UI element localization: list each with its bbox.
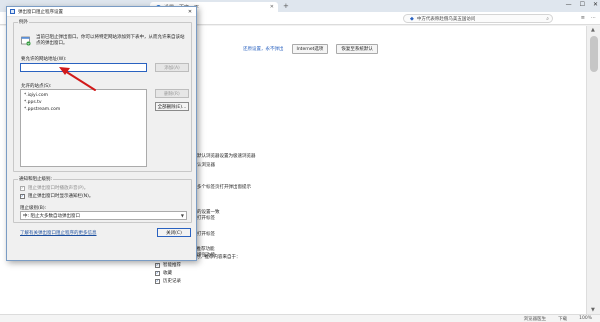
scroll-up-icon[interactable]: ▲ <box>591 27 595 33</box>
settings-line: 打开标签 <box>197 232 215 237</box>
exceptions-group: 例外 当前已阻止弹出窗口。你可以将特定网站添加到下表中，从而允许来自该站点的弹出… <box>13 19 192 172</box>
website-address-input[interactable] <box>20 63 147 72</box>
settings-top-buttons: 还原设置，永不弹出 Internet选项 恢复至系统默认 <box>243 44 378 54</box>
settings-line: 多个标签页打开弹出窗提示 <box>197 185 251 190</box>
block-level-select[interactable]: 中: 阻止大多数自动弹出窗口 ▼ <box>20 211 187 220</box>
dialog-title: 弹出窗口阻止程序设置 <box>18 9 63 15</box>
notify-group: 通知和阻止级别: ✓ 阻止弹出窗口时播放声音(P)。 ✓ 阻止弹出窗口时显示通知… <box>13 176 192 223</box>
dialog-titlebar: 弹出窗口阻止程序设置 ✕ <box>7 7 196 17</box>
popup-blocker-dialog: 弹出窗口阻止程序设置 ✕ 例外 当前已阻止弹出窗口。你可以将特定网站添加到下表中… <box>6 6 197 261</box>
history-checkbox[interactable]: ✓ 历史记录 <box>155 278 181 284</box>
window-controls: — ☐ ✕ <box>566 1 598 8</box>
checkbox-label: 历史记录 <box>163 279 181 284</box>
settings-line: 认浏览器 <box>197 163 215 168</box>
info-text: 当前已阻止弹出窗口。你可以将特定网站添加到下表中，从而允许来自该站点的弹出窗口。 <box>36 35 185 46</box>
favorites-checkbox[interactable]: ✓ 收藏 <box>155 270 172 276</box>
page-scrollbar[interactable]: ▲ ▼ <box>586 26 600 314</box>
settings-line: 打开标签 <box>197 216 215 221</box>
checkbox-label: 阻止弹出窗口时播放声音(P)。 <box>28 186 89 191</box>
checkbox-label: 智能推荐 <box>163 263 181 268</box>
play-sound-checkbox[interactable]: ✓ 阻止弹出窗口时播放声音(P)。 <box>20 185 88 191</box>
remove-button[interactable]: 删除(R) <box>155 89 189 98</box>
more-icon[interactable]: ⋯ <box>591 15 596 21</box>
smart-recommend-checkbox[interactable]: ✓ 智能推荐 <box>155 262 181 268</box>
minimize-button[interactable]: — <box>566 1 572 8</box>
maximize-button[interactable]: ☐ <box>580 1 585 8</box>
checkbox-checked-icon: ✓ <box>20 193 25 199</box>
close-window-button[interactable]: ✕ <box>593 1 598 8</box>
menu-icon[interactable]: ≡ <box>581 15 585 21</box>
address-label: 要允许的网站地址(W): <box>21 57 67 62</box>
add-button[interactable]: 添加(A) <box>155 63 189 72</box>
restore-no-popup-link[interactable]: 还原设置，永不弹出 <box>243 46 284 52</box>
popup-window-icon <box>21 36 31 46</box>
internet-options-button[interactable]: Internet选项 <box>291 44 329 54</box>
settings-line: 默认浏览器设置为极速浏览器 <box>197 154 256 159</box>
tab-close-icon[interactable]: ✕ <box>270 4 274 10</box>
shield-icon: ◆ <box>410 15 414 22</box>
show-notification-checkbox[interactable]: ✓ 阻止弹出窗口时显示通知栏(N)。 <box>20 193 93 199</box>
new-tab-button[interactable]: + <box>283 2 289 10</box>
address-bar[interactable]: ◆ 中方代表称赴俄乌美五国访问 ⌕ <box>403 14 553 23</box>
group-label: 例外 <box>18 19 29 25</box>
scroll-down-icon[interactable]: ▼ <box>591 307 595 313</box>
checkbox-checked-icon: ✓ <box>155 262 160 268</box>
address-text: 中方代表称赴俄乌美五国访问 <box>416 16 476 22</box>
checkbox-checked-icon: ✓ <box>155 278 160 284</box>
remove-all-button[interactable]: 全部删除(E)... <box>155 102 189 111</box>
list-item[interactable]: *.pps.tv <box>24 99 143 106</box>
checkbox-checked-icon: ✓ <box>155 270 160 276</box>
toolbar-icons: ≡ ⋯ <box>581 15 596 21</box>
restore-default-button[interactable]: 恢复至系统默认 <box>336 44 378 54</box>
list-item[interactable]: *.iqiyi.com <box>24 92 143 99</box>
group-label: 通知和阻止级别: <box>18 176 54 182</box>
allowed-sites-list[interactable]: *.iqiyi.com *.pps.tv *.ppstream.com <box>20 89 147 167</box>
checkbox-checked-icon: ✓ <box>20 185 25 191</box>
list-item[interactable]: *.ppstream.com <box>24 106 143 113</box>
learn-more-link[interactable]: 了解有关弹出窗口阻止程序的更多信息 <box>20 230 97 236</box>
chevron-down-icon: ▼ <box>180 213 184 218</box>
search-icon[interactable]: ⌕ <box>546 16 549 22</box>
scrollbar-thumb[interactable] <box>590 36 598 72</box>
select-value: 中: 阻止大多数自动弹出窗口 <box>23 213 80 219</box>
status-item[interactable]: 100% <box>579 316 592 321</box>
status-bar: 浏览器医生 下载 100% <box>0 314 600 322</box>
status-item[interactable]: 浏览器医生 <box>524 316 547 322</box>
checkbox-label: 阻止弹出窗口时显示通知栏(N)。 <box>28 194 94 199</box>
dialog-close-icon[interactable]: ✕ <box>184 9 196 15</box>
checkbox-label: 收藏 <box>163 271 172 276</box>
close-button[interactable]: 关闭(C) <box>157 228 191 237</box>
window-icon <box>10 9 15 14</box>
status-item[interactable]: 下载 <box>558 316 567 322</box>
